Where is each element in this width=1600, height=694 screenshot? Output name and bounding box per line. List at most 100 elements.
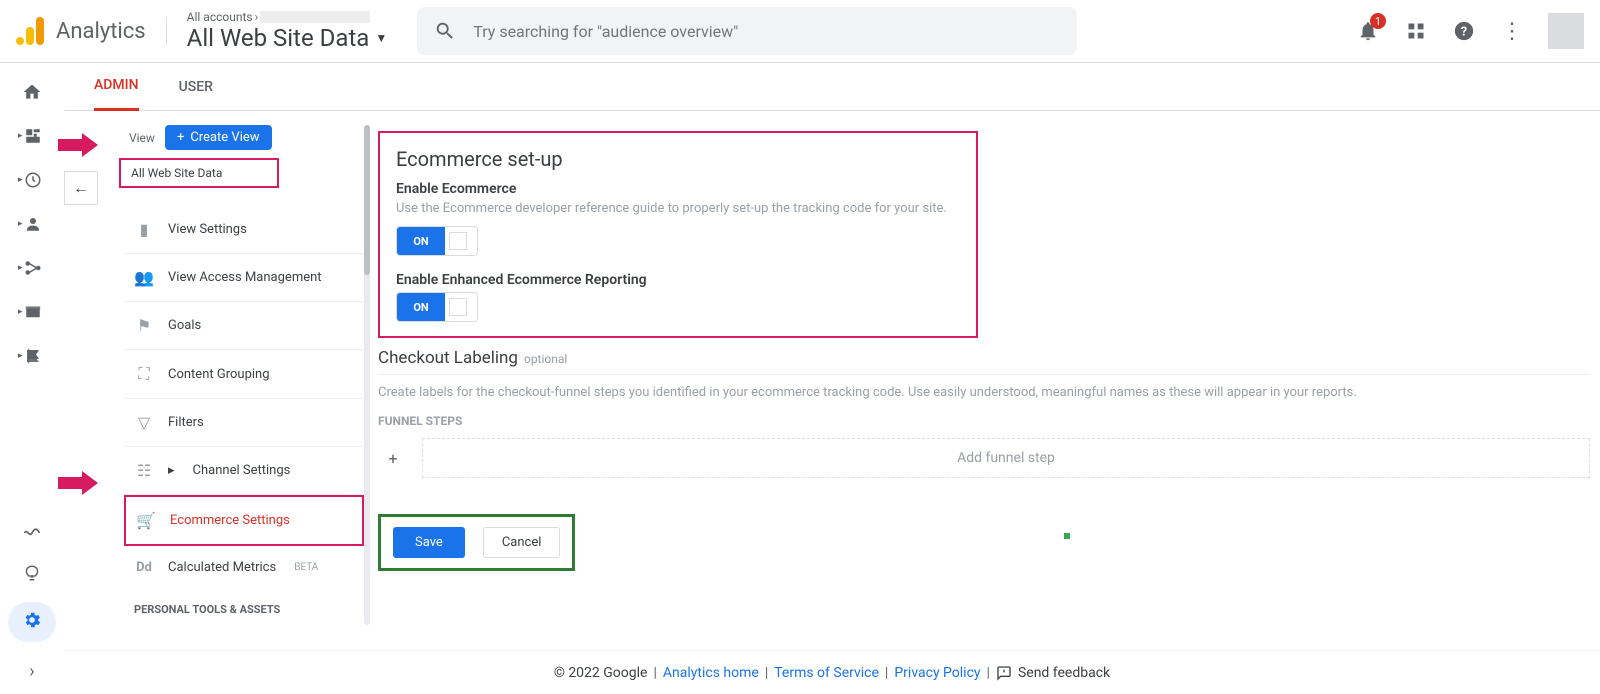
page-icon: ▮: [134, 220, 154, 239]
attribution-icon[interactable]: [18, 522, 46, 544]
nav-acquisition[interactable]: ▸: [18, 257, 46, 279]
channel-icon: ☷: [134, 461, 154, 480]
tab-admin[interactable]: ADMIN: [94, 63, 139, 111]
back-button[interactable]: ←: [64, 171, 98, 205]
menu-label: Ecommerce Settings: [170, 513, 290, 528]
enable-enhanced-label: Enable Enhanced Ecommerce Reporting: [396, 272, 960, 288]
discover-icon[interactable]: [18, 562, 46, 584]
menu-label: Goals: [168, 318, 201, 333]
search-input[interactable]: [473, 22, 1061, 41]
menu-label: Content Grouping: [168, 367, 270, 382]
dd-icon: Dd: [134, 560, 154, 575]
view-name: All Web Site Data: [187, 24, 370, 52]
feedback-icon: [996, 665, 1012, 681]
annotation-arrow-1: [58, 133, 98, 157]
beta-badge: BETA: [294, 562, 318, 573]
toggle-on-label: ON: [397, 227, 445, 255]
save-button[interactable]: Save: [393, 527, 465, 558]
terms-link[interactable]: Terms of Service: [774, 665, 879, 681]
admin-tabs: ADMIN USER: [64, 63, 1600, 111]
menu-filters[interactable]: ▽ Filters: [124, 399, 364, 447]
menu-label: View Access Management: [168, 270, 322, 285]
nav-behavior[interactable]: ▸: [18, 301, 46, 323]
menu-view-access[interactable]: 👥 View Access Management: [124, 254, 364, 302]
enable-ecommerce-toggle[interactable]: ON: [396, 226, 478, 256]
add-step-plus-icon[interactable]: +: [378, 438, 408, 478]
cart-icon: 🛒: [136, 511, 156, 530]
flag-icon: ⚑: [134, 316, 154, 335]
footer: © 2022 Google| Analytics home| Terms of …: [64, 650, 1600, 694]
view-selector[interactable]: All Web Site Data: [119, 158, 279, 188]
save-cancel-highlight: Save Cancel: [378, 514, 575, 571]
apps-icon[interactable]: [1404, 19, 1428, 43]
enable-ecommerce-label: Enable Ecommerce: [396, 181, 960, 197]
menu-label: View Settings: [168, 222, 247, 237]
annotation-arrow-2: [58, 471, 98, 495]
funnel-steps-label: FUNNEL STEPS: [378, 414, 1590, 428]
menu-calculated-metrics[interactable]: Dd Calculated Metrics BETA: [124, 546, 364, 589]
menu-content-grouping[interactable]: ⛶ Content Grouping: [124, 350, 364, 399]
avatar[interactable]: [1548, 13, 1584, 49]
search-bar[interactable]: [417, 7, 1077, 55]
product-name: Analytics: [56, 19, 146, 44]
scrollbar[interactable]: [364, 125, 370, 625]
analytics-home-link[interactable]: Analytics home: [663, 665, 759, 681]
view-column: View + Create View All Web Site Data ← ▮ V…: [64, 111, 364, 694]
nav-reports[interactable]: ▸: [18, 125, 46, 147]
create-view-label: Create View: [190, 130, 259, 145]
chevron-right-icon: ›: [255, 10, 259, 24]
logo[interactable]: Analytics: [16, 17, 167, 45]
add-funnel-step-button[interactable]: Add funnel step: [422, 438, 1590, 478]
grouping-icon: ⛶: [134, 364, 154, 384]
notifications-icon[interactable]: 1: [1356, 19, 1380, 43]
app-header: Analytics All accounts› All Web Site Dat…: [0, 0, 1600, 63]
nav-audience[interactable]: ▸: [18, 213, 46, 235]
notification-badge: 1: [1370, 13, 1386, 29]
tab-user[interactable]: USER: [179, 63, 213, 111]
help-icon[interactable]: ?: [1452, 19, 1476, 43]
collapse-icon[interactable]: ›: [18, 660, 46, 682]
plus-icon: +: [177, 130, 184, 145]
menu-ecommerce-settings[interactable]: 🛒 Ecommerce Settings: [124, 495, 364, 546]
send-feedback-link[interactable]: Send feedback: [1018, 665, 1110, 681]
more-icon[interactable]: ⋮: [1500, 19, 1524, 43]
left-nav-rail: ▸ ▸ ▸ ▸ ▸ ▸ ›: [0, 63, 64, 694]
analytics-logo-icon: [16, 17, 44, 45]
optional-label: optional: [524, 352, 567, 366]
filter-icon: ▽: [134, 413, 154, 432]
header-actions: 1 ? ⋮: [1356, 13, 1584, 49]
checkout-desc: Create labels for the checkout-funnel st…: [378, 385, 1590, 400]
annotation-dot: [1064, 533, 1070, 539]
nav-realtime[interactable]: ▸: [18, 169, 46, 191]
account-label: All accounts: [187, 10, 253, 24]
create-view-button[interactable]: + Create View: [165, 125, 272, 150]
admin-gear-icon[interactable]: [8, 602, 56, 642]
view-label: View: [129, 131, 155, 145]
ecommerce-setup-highlight: Ecommerce set-up Enable Ecommerce Use th…: [378, 131, 978, 338]
divider: [378, 374, 1590, 375]
personal-tools-heading: PERSONAL TOOLS & ASSETS: [124, 589, 364, 616]
enable-enhanced-toggle[interactable]: ON: [396, 292, 478, 322]
svg-text:?: ?: [1461, 25, 1467, 40]
checkout-title: Checkout Labeling: [378, 348, 518, 368]
menu-label: Filters: [168, 415, 204, 430]
caret-down-icon: ▼: [375, 31, 387, 45]
account-switcher[interactable]: All accounts› All Web Site Data ▼: [187, 10, 388, 52]
menu-label: Calculated Metrics: [168, 560, 276, 575]
menu-label: Channel Settings: [193, 463, 291, 478]
chevron-right-icon: ▸: [168, 463, 175, 478]
copyright: © 2022 Google: [554, 665, 648, 681]
home-icon[interactable]: [18, 81, 46, 103]
people-icon: 👥: [134, 268, 154, 287]
privacy-link[interactable]: Privacy Policy: [894, 665, 980, 681]
search-icon: [433, 19, 457, 43]
account-name-redacted: [260, 11, 370, 23]
menu-view-settings[interactable]: ▮ View Settings: [124, 206, 364, 254]
menu-goals[interactable]: ⚑ Goals: [124, 302, 364, 350]
toggle-on-label: ON: [397, 293, 445, 321]
enable-ecommerce-desc: Use the Ecommerce developer reference gu…: [396, 201, 960, 216]
cancel-button[interactable]: Cancel: [483, 527, 561, 558]
menu-channel-settings[interactable]: ☷ ▸ Channel Settings: [124, 447, 364, 495]
nav-conversions[interactable]: ▸: [18, 345, 46, 367]
page-title: Ecommerce set-up: [396, 147, 960, 171]
